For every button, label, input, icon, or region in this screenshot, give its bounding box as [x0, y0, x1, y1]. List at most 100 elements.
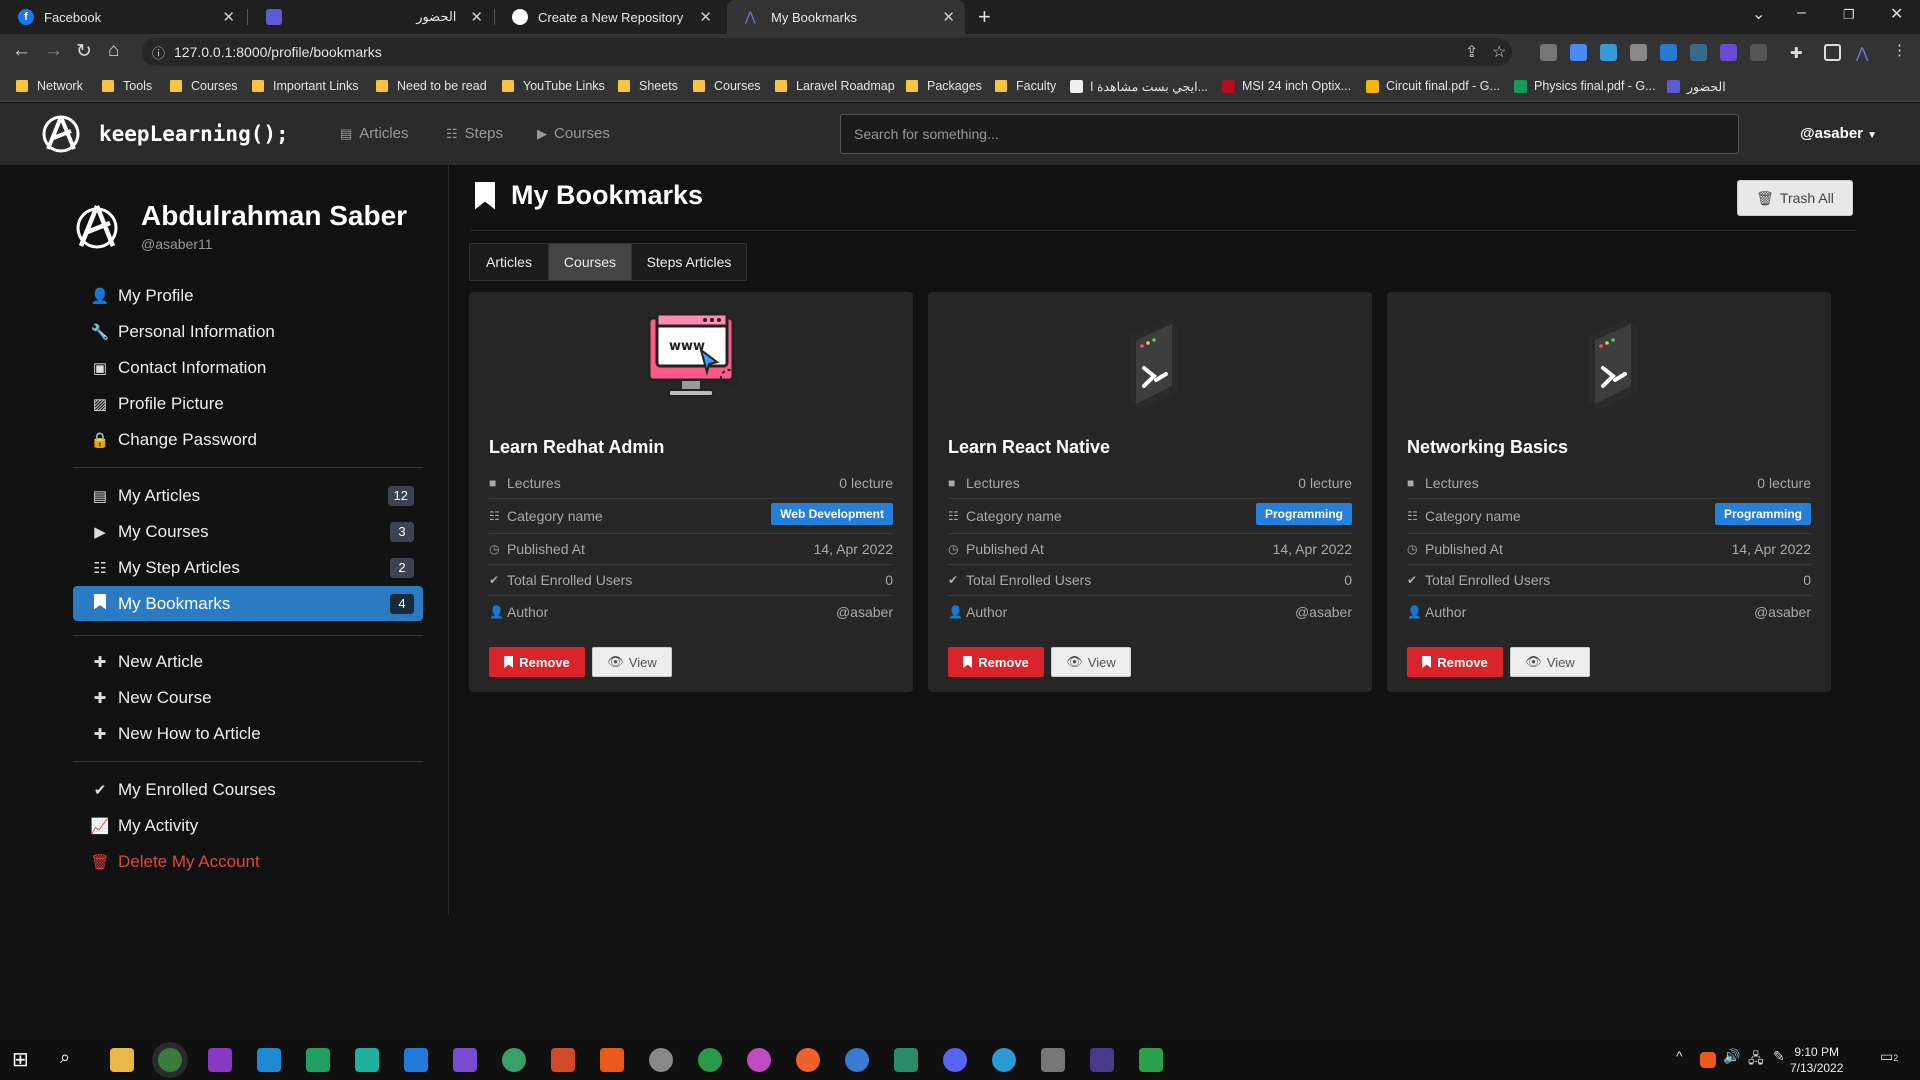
row-value[interactable]: @asaber — [1295, 604, 1352, 620]
sidebar-item-new-how-to-article[interactable]: ✚ New How to Article — [73, 716, 423, 751]
keeplearning-logo-icon[interactable] — [40, 113, 82, 155]
sidebar-item-delete-account[interactable]: 🗑 Delete My Account — [73, 844, 423, 879]
app-icon[interactable] — [1041, 1048, 1065, 1072]
bookmark-folder[interactable]: Tools — [102, 70, 152, 102]
file-explorer-icon[interactable] — [110, 1048, 134, 1072]
discord-icon[interactable] — [943, 1048, 967, 1072]
extension-icon[interactable] — [1660, 44, 1677, 61]
address-bar[interactable]: ⓘ 127.0.0.1:8000/profile/bookmarks ⇪ ☆ — [142, 38, 1512, 66]
sidebar-item-my-articles[interactable]: ▤ My Articles 12 — [73, 478, 423, 513]
forward-icon[interactable]: → — [44, 40, 63, 62]
sidebar-item-my-enrolled-courses[interactable]: ✔ My Enrolled Courses — [73, 772, 423, 807]
bookmark-folder[interactable]: YouTube Links — [502, 70, 605, 102]
app-icon[interactable] — [502, 1048, 526, 1072]
app-icon[interactable] — [796, 1048, 820, 1072]
chrome-icon[interactable] — [158, 1048, 182, 1072]
course-title[interactable]: Networking Basics — [1407, 437, 1568, 458]
nav-articles[interactable]: ▤ Articles — [340, 125, 408, 142]
app-icon[interactable] — [649, 1048, 673, 1072]
tab-articles[interactable]: Articles — [469, 243, 549, 281]
app-icon[interactable] — [1139, 1048, 1163, 1072]
extension-icon[interactable] — [1540, 44, 1557, 61]
category-badge[interactable]: Programming — [1714, 503, 1811, 525]
bookmark-folder[interactable]: Courses — [693, 70, 761, 102]
menu-icon[interactable]: ⋮ — [1892, 41, 1909, 59]
browser-tab-attendance[interactable]: الحضور ✕ — [248, 0, 493, 34]
bookmark-folder[interactable]: Faculty — [995, 70, 1056, 102]
course-title[interactable]: Learn React Native — [948, 437, 1110, 458]
windows-start-icon[interactable]: ⊞ — [12, 1047, 36, 1071]
sidebar-item-my-bookmarks[interactable]: My Bookmarks 4 — [73, 586, 423, 621]
bookmark-site[interactable]: Physics final.pdf - G... — [1514, 70, 1656, 102]
brand-title[interactable]: keepLearning(); — [99, 122, 289, 146]
app-icon[interactable] — [698, 1048, 722, 1072]
sidebar-item-contact-information[interactable]: ▣ Contact Information — [73, 350, 423, 385]
view-button[interactable]: 👁 View — [1510, 647, 1590, 677]
notification-icon[interactable]: ▭2 — [1880, 1048, 1904, 1072]
reload-icon[interactable]: ↻ — [76, 40, 92, 63]
close-icon[interactable]: ✕ — [470, 8, 483, 26]
bookmark-site[interactable]: MSI 24 inch Optix... — [1222, 70, 1351, 102]
search-icon[interactable]: ⌕ — [60, 1047, 84, 1071]
clion-icon[interactable] — [355, 1048, 379, 1072]
bookmark-folder[interactable]: Courses — [170, 70, 238, 102]
sidebar-item-change-password[interactable]: 🔒 Change Password — [73, 422, 423, 457]
nav-courses[interactable]: ▶ Courses — [537, 125, 610, 142]
bookmark-site[interactable]: ايجي بست مشاهدة ا... — [1070, 70, 1208, 102]
visual-studio-icon[interactable] — [453, 1048, 477, 1072]
sidebar-item-personal-information[interactable]: 🔧 Personal Information — [73, 314, 423, 349]
search-input[interactable] — [840, 114, 1739, 154]
row-value[interactable]: @asaber — [1754, 604, 1811, 620]
tab-search-icon[interactable]: ⌄ — [1752, 4, 1765, 24]
view-button[interactable]: 👁 View — [1051, 647, 1131, 677]
browser-tab-github[interactable]: Create a New Repository ✕ — [494, 0, 722, 34]
extension-icon[interactable] — [1750, 44, 1767, 61]
side-panel-icon[interactable] — [1824, 44, 1841, 61]
clock[interactable]: 9:10 PM 7/13/2022 — [1790, 1044, 1843, 1076]
star-icon[interactable]: ☆ — [1492, 42, 1506, 62]
remove-button[interactable]: Remove — [948, 647, 1044, 677]
info-icon[interactable]: ⓘ — [152, 43, 165, 62]
pycharm-icon[interactable] — [306, 1048, 330, 1072]
close-icon[interactable]: ✕ — [942, 8, 955, 26]
extension-icon[interactable] — [1630, 44, 1647, 61]
nav-steps[interactable]: ☷ Steps — [446, 125, 503, 142]
vscode-icon[interactable] — [404, 1048, 428, 1072]
course-title[interactable]: Learn Redhat Admin — [489, 437, 664, 458]
tab-courses[interactable]: Courses — [548, 243, 632, 281]
xampp-icon[interactable] — [600, 1048, 624, 1072]
share-icon[interactable]: ⇪ — [1465, 42, 1478, 62]
chevron-up-icon[interactable]: ^ — [1676, 1048, 1700, 1072]
bookmark-folder[interactable]: Network — [16, 70, 83, 102]
remove-button[interactable]: Remove — [489, 647, 585, 677]
bookmark-folder[interactable]: Need to be read — [376, 70, 487, 102]
sidebar-item-new-article[interactable]: ✚ New Article — [73, 644, 423, 679]
sidebar-item-new-course[interactable]: ✚ New Course — [73, 680, 423, 715]
sidebar-item-my-profile[interactable]: 👤 My Profile — [73, 278, 423, 313]
bookmark-site[interactable]: Circuit final.pdf - G... — [1366, 70, 1500, 102]
bookmark-site[interactable]: الحضور — [1667, 70, 1726, 102]
office-icon[interactable] — [551, 1048, 575, 1072]
webstorm-icon[interactable] — [257, 1048, 281, 1072]
bookmark-folder[interactable]: Important Links — [252, 70, 358, 102]
bookmark-folder[interactable]: Packages — [906, 70, 982, 102]
browser-tab-bookmarks[interactable]: ⋀ My Bookmarks ✕ — [727, 0, 965, 34]
minimize-button[interactable]: – — [1797, 4, 1806, 22]
app-icon[interactable] — [845, 1048, 869, 1072]
url-text[interactable]: 127.0.0.1:8000/profile/bookmarks — [174, 44, 382, 60]
user-menu[interactable]: @asaber ▼ — [1800, 125, 1877, 142]
sidebar-item-my-activity[interactable]: 📈 My Activity — [73, 808, 423, 843]
network-icon[interactable]: 🖧 — [1748, 1048, 1772, 1072]
translate-icon[interactable] — [1570, 44, 1587, 61]
app-icon[interactable] — [992, 1048, 1016, 1072]
window-close-button[interactable]: ✕ — [1890, 4, 1903, 24]
sidebar-item-profile-picture[interactable]: ▨ Profile Picture — [73, 386, 423, 421]
trash-all-button[interactable]: 🗑 Trash All — [1737, 180, 1853, 216]
extension-icon[interactable] — [1690, 44, 1707, 61]
puzzle-icon[interactable]: ✚ — [1790, 44, 1807, 62]
remove-button[interactable]: Remove — [1407, 647, 1503, 677]
xampp-tray-icon[interactable] — [1700, 1052, 1716, 1068]
volume-icon[interactable]: 🔊 — [1723, 1048, 1747, 1072]
row-value[interactable]: @asaber — [836, 604, 893, 620]
close-icon[interactable]: ✕ — [699, 8, 712, 26]
